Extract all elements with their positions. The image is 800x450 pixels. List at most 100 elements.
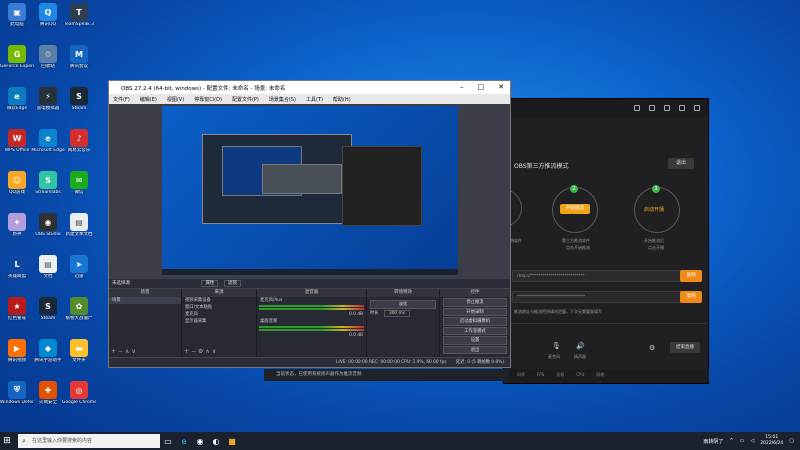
desktop-icon[interactable]: ▤ 新建文本文档 [62, 213, 96, 237]
control-button[interactable]: 工作室模式 [443, 326, 507, 335]
desktop-icon[interactable]: M 腾讯会议 [62, 45, 96, 69]
control-button[interactable]: 设置 [443, 336, 507, 345]
source-item[interactable]: 视频采集设备 [182, 297, 256, 304]
notification-icon[interactable]: ▢ [789, 438, 794, 444]
scenes-dock: 场景 场景 +−∧∨ [109, 289, 182, 357]
volume-icon[interactable]: ◁ [750, 438, 754, 444]
desktop-icon-label: 文件夹 [72, 358, 86, 363]
mic-label: 麦克风 [548, 354, 560, 359]
obs-icon[interactable]: ◉ [192, 432, 208, 450]
mixer-channel-db: 0.0 dB [349, 333, 363, 338]
desktop-icon[interactable]: W WPS Office [0, 129, 34, 153]
properties-button[interactable]: 属性 [201, 280, 219, 287]
desktop-icon[interactable]: ▣ 此电脑 [0, 3, 34, 27]
control-button[interactable]: 启动虚拟摄像机 [443, 317, 507, 326]
desktop-icon[interactable]: e Microsoft Edge [31, 129, 65, 153]
transitions-header: 转场特效 [367, 289, 439, 297]
desktop-icon[interactable]: ☺ QQ游戏 [0, 171, 34, 195]
desktop-icon[interactable]: ▬ 文件夹 [62, 339, 96, 363]
exit-button[interactable]: 退出 [668, 158, 694, 169]
scene-tools[interactable]: +−∧∨ [111, 348, 138, 355]
desktop-icon[interactable]: e 微软Edge [0, 87, 34, 111]
desktop-icon[interactable]: GGeForce Experience [0, 45, 34, 69]
end-live-button[interactable]: 结束直播 [670, 342, 700, 353]
menu-item[interactable]: 编辑(E) [140, 96, 157, 103]
desktop-icon[interactable]: ▶ 腾讯视频 [0, 339, 34, 363]
task-view-icon[interactable]: ▭ [160, 432, 176, 450]
menu-item[interactable]: 配置文件(P) [232, 96, 259, 103]
edge-icon[interactable]: e [176, 432, 192, 450]
transition-select[interactable]: 淡化 [370, 300, 436, 309]
maximize-button[interactable]: □ [478, 81, 485, 94]
desktop-icon[interactable]: L 英雄联盟 [0, 255, 34, 279]
network-icon[interactable]: ▭ [740, 438, 745, 444]
minimize-icon[interactable] [679, 105, 685, 111]
gift-icon[interactable] [634, 105, 640, 111]
desktop-icon[interactable]: ✚ 火绒安全 [31, 381, 65, 405]
close-icon[interactable] [694, 105, 700, 111]
obs-title: OBS 27.2.4 (64-bit, windows) - 配置文件: 未命名… [121, 85, 286, 92]
server-url-field[interactable]: rtmp://*************************** [512, 270, 700, 282]
desktop-icon[interactable]: ➤ 迅雷 [62, 255, 96, 279]
speaker-icon[interactable]: 🔊 [576, 342, 585, 350]
control-button[interactable]: 退出 [443, 345, 507, 354]
source-item[interactable]: 麦克风 [182, 311, 256, 318]
steam-icon[interactable]: ◐ [208, 432, 224, 450]
close-button[interactable]: ✕ [498, 81, 504, 94]
desktop-icon[interactable]: ▤ 文档 [31, 255, 65, 279]
desktop-icon-label: 腾讯手游助手 [34, 358, 62, 363]
desktop-icon[interactable]: ♲ 回收站 [31, 45, 65, 69]
desktop-icon[interactable]: ★ 红色警戒 [0, 297, 34, 321]
control-button[interactable]: 开始录制 [443, 307, 507, 316]
preview-canvas[interactable] [162, 106, 458, 275]
desktop-icon[interactable]: ⚡ 雷电模拟器 [31, 87, 65, 111]
clock[interactable]: 15:01 2022/6/24 [760, 435, 783, 447]
desktop-icon[interactable]: S Steam [31, 297, 65, 321]
taskbar: ⊞ 在这里输入你要搜索的内容 ▭ e ◉ ◐ ■ 雨转阴了 ^ ▭ ◁ 15:0… [0, 432, 800, 450]
menu-item[interactable]: 文件(F) [113, 96, 130, 103]
menu-item[interactable]: 视图(V) [167, 96, 184, 103]
search-input[interactable]: 在这里输入你要搜索的内容 [18, 434, 160, 448]
desktop-icon[interactable]: ◎ Google Chrome [62, 381, 96, 405]
desktop-icon[interactable]: ✉ 微信 [62, 171, 96, 195]
windows-start-icon[interactable]: ⊞ [0, 432, 14, 450]
menu-item[interactable]: 工具(T) [306, 96, 323, 103]
source-item[interactable]: 窗口/文本粘贴 [182, 304, 256, 311]
scenes-header: 场景 [109, 289, 181, 297]
lock-icon[interactable] [649, 105, 655, 111]
source-item[interactable]: 显示器采集 [182, 318, 256, 325]
scene-item[interactable]: 场景 [109, 297, 181, 304]
chevron-up-icon[interactable]: ^ [729, 438, 733, 444]
desktop-icon[interactable]: ✦ 原神 [0, 213, 34, 237]
gear-icon[interactable]: ⚙ [649, 344, 655, 352]
mic-icon[interactable]: 🎙 [552, 342, 561, 350]
start-broadcast-label[interactable]: 启动开播 [644, 206, 664, 213]
desktop-icon[interactable]: T TeamSpeak 3 [62, 3, 96, 27]
app-icon: M [70, 45, 88, 63]
filters-button[interactable]: 滤镜 [223, 280, 241, 287]
minimize-button[interactable]: – [460, 81, 464, 94]
desktop-icon[interactable]: ⛨Windows Defender [0, 381, 34, 405]
app-icon: ⛨ [8, 381, 26, 399]
stream-key-field[interactable]: ********************************** [512, 291, 700, 303]
copy-server-button[interactable]: 复制 [680, 270, 702, 282]
desktop-icon[interactable]: S Streamlabs [31, 171, 65, 195]
desktop-icon[interactable]: S Steam [62, 87, 96, 111]
menu-icon[interactable] [664, 105, 670, 111]
desktop-icon[interactable]: Q 腾讯QQ [31, 3, 65, 27]
desktop-icon[interactable]: ◆ 腾讯手游助手 [31, 339, 65, 363]
desktop-icon-label: 腾讯QQ [39, 22, 57, 27]
menu-item[interactable]: 停靠窗口(D) [194, 96, 222, 103]
menu-item[interactable]: 场景集合(S) [269, 96, 296, 103]
desktop-icon[interactable]: ◉ OBS Studio [31, 213, 65, 237]
source-tools[interactable]: +−⚙∧∨ [184, 348, 218, 355]
app-icon[interactable]: ■ [224, 432, 240, 450]
duration-value[interactable]: 300 ms [383, 309, 410, 317]
desktop-icon[interactable]: ✿ 植物大战僵尸 [62, 297, 96, 321]
desktop-icon[interactable]: ♪ 网易云音乐 [62, 129, 96, 153]
start-stream-step-button[interactable]: 开始推流 [560, 204, 590, 214]
menu-item[interactable]: 帮助(H) [333, 96, 351, 103]
weather-text[interactable]: 雨转阴了 [703, 438, 723, 445]
copy-key-button[interactable]: 复制 [680, 291, 702, 303]
control-button[interactable]: 停止推流 [443, 298, 507, 307]
